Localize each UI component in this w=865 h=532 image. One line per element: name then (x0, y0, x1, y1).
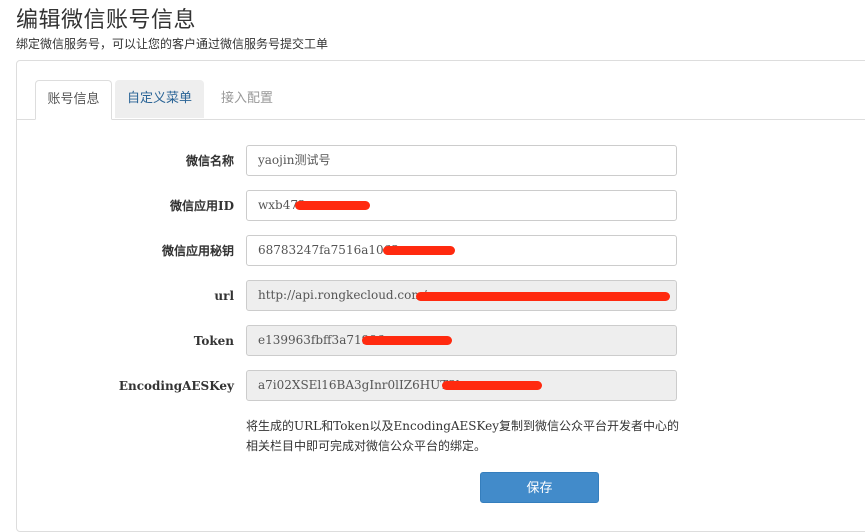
binding-hint-text: 将生成的URL和Token以及EncodingAESKey复制到微信公众平台开发… (246, 419, 680, 453)
tab-access-config[interactable]: 接入配置 (208, 80, 286, 118)
token-input[interactable]: e139963fbff3a71986 (246, 325, 677, 356)
tab-bar: 账号信息 自定义菜单 接入配置 (17, 61, 865, 120)
wechat-name-input[interactable]: yaojin测试号 (246, 145, 677, 176)
redaction-mark (383, 246, 455, 255)
token-label: Token (193, 334, 234, 348)
redaction-mark (442, 381, 542, 390)
settings-panel: 账号信息 自定义菜单 接入配置 微信名称 yaojin测试号 微信应用ID wx… (16, 60, 865, 532)
form-row-url: url http://api.rongkecloud.com/n (17, 280, 717, 312)
wechat-name-label: 微信名称 (185, 154, 234, 168)
save-button[interactable]: 保存 (480, 472, 599, 503)
app-secret-input[interactable]: 68783247fa7516a1063ac (246, 235, 677, 266)
form-row-aes-key: EncodingAESKey a7i02XSEl16BA3gInr0lIZ6HU… (17, 370, 717, 402)
url-label: url (214, 289, 234, 303)
form-row-wechat-name: 微信名称 yaojin测试号 (17, 145, 717, 177)
app-id-label: 微信应用ID (169, 199, 234, 213)
page-title: 编辑微信账号信息 (16, 8, 197, 33)
form-row-app-id: 微信应用ID wxb472 (17, 190, 717, 222)
app-secret-label: 微信应用秘钥 (161, 244, 234, 258)
aes-key-label: EncodingAESKey (118, 379, 234, 393)
redaction-mark (295, 201, 370, 210)
tab-custom-menu[interactable]: 自定义菜单 (115, 80, 204, 118)
redaction-mark (416, 292, 670, 301)
aes-key-value: a7i02XSEl16BA3gInr0lIZ6HUT3h (258, 378, 464, 392)
tab-account-info[interactable]: 账号信息 (35, 80, 112, 120)
url-value: http://api.rongkecloud.com/n (258, 288, 435, 302)
redaction-mark (362, 336, 452, 345)
form-row-token: Token e139963fbff3a71986 (17, 325, 717, 357)
page-subtitle: 绑定微信服务号，可以让您的客户通过微信服务号提交工单 (16, 37, 329, 51)
form-row-app-secret: 微信应用秘钥 68783247fa7516a1063ac (17, 235, 717, 267)
